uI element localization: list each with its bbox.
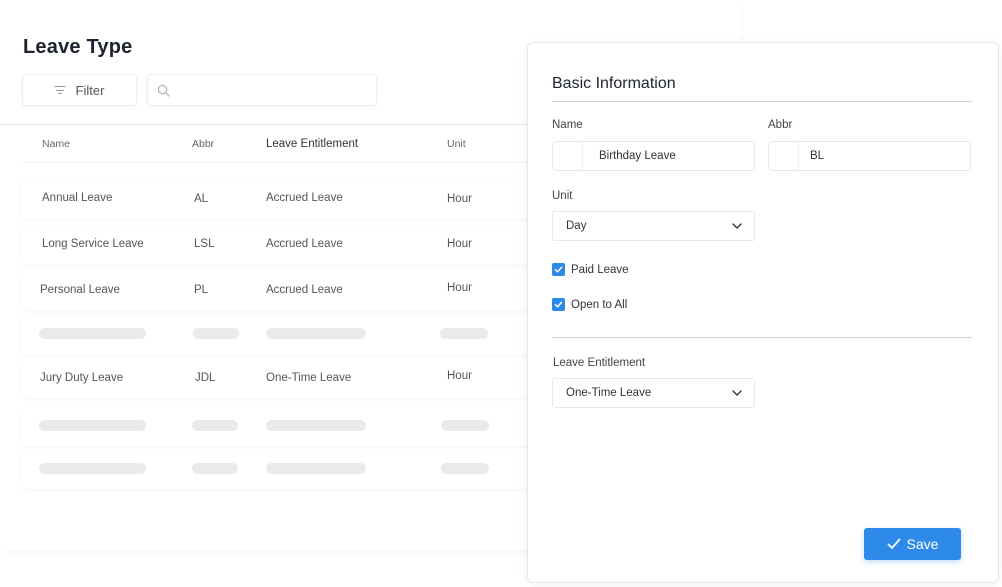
table-row-placeholder <box>22 406 542 446</box>
skeleton-bar <box>266 420 366 431</box>
skeleton-bar <box>440 328 488 339</box>
entitlement-label: Leave Entitlement <box>553 357 646 369</box>
unit-label: Unit <box>552 190 573 202</box>
skeleton-bar <box>39 420 146 431</box>
cell-name: Jury Duty Leave <box>40 372 124 384</box>
leave-type-detail-panel: Basic Information Name Abbr Unit Day Pai… <box>527 42 999 583</box>
cell-abbr: LSL <box>194 238 215 250</box>
skeleton-bar <box>192 463 238 474</box>
open-to-all-checkbox[interactable] <box>552 298 565 311</box>
table-header: Name Abbr Leave Entitlement Unit <box>22 125 542 163</box>
cell-unit: Hour <box>447 238 472 250</box>
cell-unit: Hour <box>447 370 472 382</box>
column-header-abbr[interactable]: Abbr <box>192 138 214 150</box>
cell-entitlement: Accrued Leave <box>266 238 343 250</box>
column-header-name[interactable]: Name <box>42 138 70 150</box>
search-icon <box>157 84 170 97</box>
table-row[interactable]: Long Service Leave LSL Accrued Leave Hou… <box>22 225 542 265</box>
skeleton-bar <box>192 420 238 431</box>
filter-button-label: Filter <box>75 82 105 98</box>
paid-leave-checkbox-row[interactable]: Paid Leave <box>552 263 629 276</box>
column-header-unit[interactable]: Unit <box>447 138 466 150</box>
table-row-placeholder <box>22 314 542 354</box>
cell-unit: Hour <box>447 282 472 294</box>
abbr-field-prefix <box>769 142 799 170</box>
cell-abbr: AL <box>194 193 209 205</box>
unit-select-value: Day <box>566 220 587 232</box>
entitlement-select[interactable]: One-Time Leave <box>552 378 755 408</box>
table-row[interactable]: Jury Duty Leave JDL One-Time Leave Hour <box>22 358 542 398</box>
filter-button[interactable]: Filter <box>22 74 137 106</box>
table-row[interactable]: Personal Leave PL Accrued Leave Hour <box>22 270 542 310</box>
paid-leave-label: Paid Leave <box>571 263 629 276</box>
open-to-all-label: Open to All <box>571 298 628 311</box>
abbr-field[interactable] <box>768 141 971 171</box>
section-divider <box>552 101 972 102</box>
entitlement-select-value: One-Time Leave <box>566 387 652 399</box>
chevron-down-icon <box>732 223 742 229</box>
page-title: Leave Type <box>23 36 133 58</box>
open-to-all-checkbox-row[interactable]: Open to All <box>552 298 627 311</box>
skeleton-bar <box>266 328 366 339</box>
cell-entitlement: Accrued Leave <box>266 192 343 204</box>
name-field-prefix <box>553 142 583 170</box>
table-row-placeholder <box>22 449 542 489</box>
skeleton-bar <box>193 328 239 339</box>
name-label: Name <box>552 119 583 131</box>
cell-name: Long Service Leave <box>42 238 144 250</box>
skeleton-bar <box>266 463 366 474</box>
name-input[interactable] <box>599 142 749 170</box>
cell-name: Personal Leave <box>40 284 120 296</box>
save-button[interactable]: Save <box>864 528 961 560</box>
check-icon <box>554 266 563 273</box>
cell-entitlement: Accrued Leave <box>266 284 343 296</box>
cell-abbr: JDL <box>195 372 216 384</box>
filter-icon <box>54 86 66 94</box>
paid-leave-checkbox[interactable] <box>552 263 565 276</box>
name-field[interactable] <box>552 141 755 171</box>
cell-entitlement: One-Time Leave <box>266 372 352 384</box>
skeleton-bar <box>39 328 146 339</box>
check-icon <box>554 301 563 308</box>
search-input[interactable] <box>180 75 370 105</box>
unit-select[interactable]: Day <box>552 211 755 241</box>
skeleton-bar <box>441 420 489 431</box>
skeleton-bar <box>39 463 146 474</box>
check-icon <box>887 538 900 549</box>
panel-title: Basic Information <box>552 75 676 92</box>
section-divider <box>552 337 972 338</box>
skeleton-bar <box>441 463 489 474</box>
cell-abbr: PL <box>194 284 209 296</box>
table-row[interactable]: Annual Leave AL Accrued Leave Hour <box>22 179 542 219</box>
column-header-entitlement[interactable]: Leave Entitlement <box>266 138 358 150</box>
abbr-input[interactable] <box>810 142 960 170</box>
abbr-label: Abbr <box>768 119 793 131</box>
cell-unit: Hour <box>447 193 472 205</box>
cell-name: Annual Leave <box>42 192 113 204</box>
search-box[interactable] <box>147 74 377 106</box>
save-button-label: Save <box>906 536 939 552</box>
chevron-down-icon <box>732 390 742 396</box>
